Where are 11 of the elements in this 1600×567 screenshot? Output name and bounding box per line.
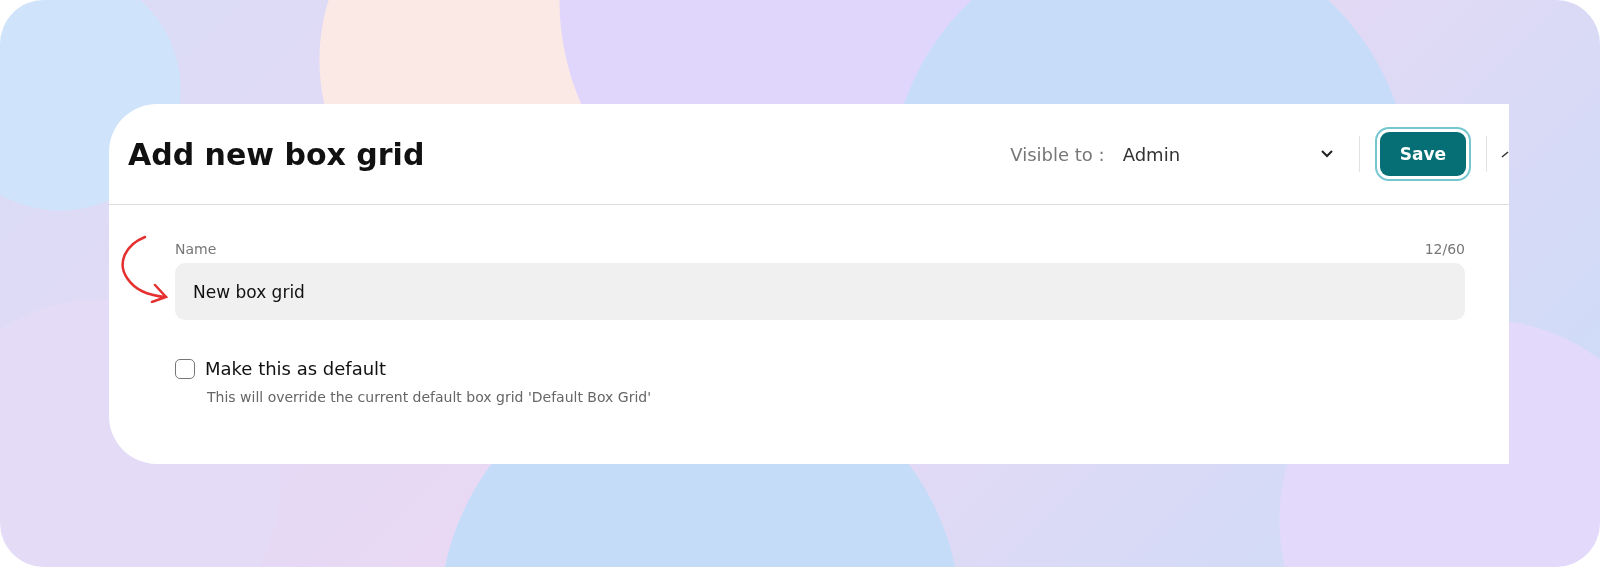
visibility-label: Visible to : — [1010, 143, 1105, 165]
chevron-down-icon — [1320, 150, 1333, 158]
visibility-dropdown[interactable]: Admin — [1122, 143, 1333, 165]
dialog-title: Add new box grid — [128, 136, 426, 172]
name-input[interactable]: New box grid — [175, 263, 1465, 320]
default-option-description: This will override the current default box grid 'Default Box Grid' — [207, 389, 653, 405]
default-checkbox[interactable] — [175, 358, 195, 379]
chevron-up-icon[interactable] — [1501, 150, 1509, 158]
character-counter: 12/60 — [1424, 241, 1465, 257]
name-label: Name — [175, 241, 217, 257]
default-option-label: Make this as default — [205, 358, 387, 379]
